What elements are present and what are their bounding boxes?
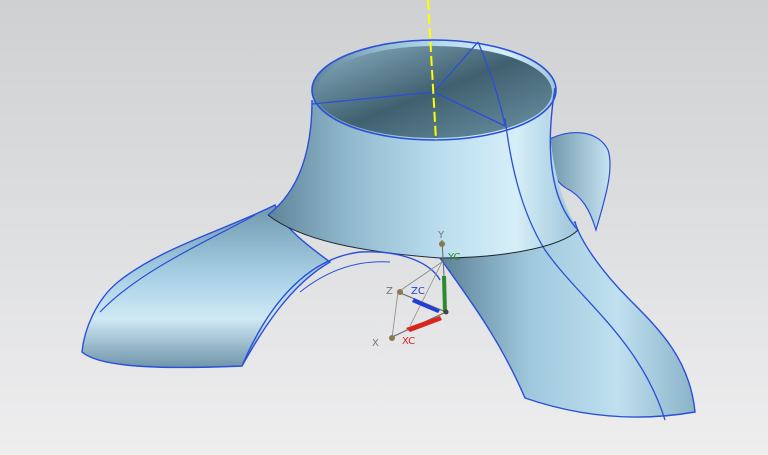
zc-handle[interactable] [412,298,440,313]
xc-label: XC [402,336,415,347]
x-handle-ball[interactable] [389,335,395,341]
y-handle-ball[interactable] [439,241,445,247]
triad-frame-1 [391,291,399,339]
x-label: X [372,338,379,349]
graphics-viewport[interactable]: ZC XC YC X Y Z [0,0,768,455]
cad-scene[interactable]: ZC XC YC X Y Z [0,0,768,455]
yc-handle[interactable] [442,276,447,312]
z-label: Z [386,286,393,297]
yc-label: YC [447,252,461,263]
zc-label: ZC [411,286,425,297]
z-handle-ball[interactable] [397,289,403,295]
origin-handle[interactable] [443,309,449,315]
y-label: Y [437,230,445,241]
